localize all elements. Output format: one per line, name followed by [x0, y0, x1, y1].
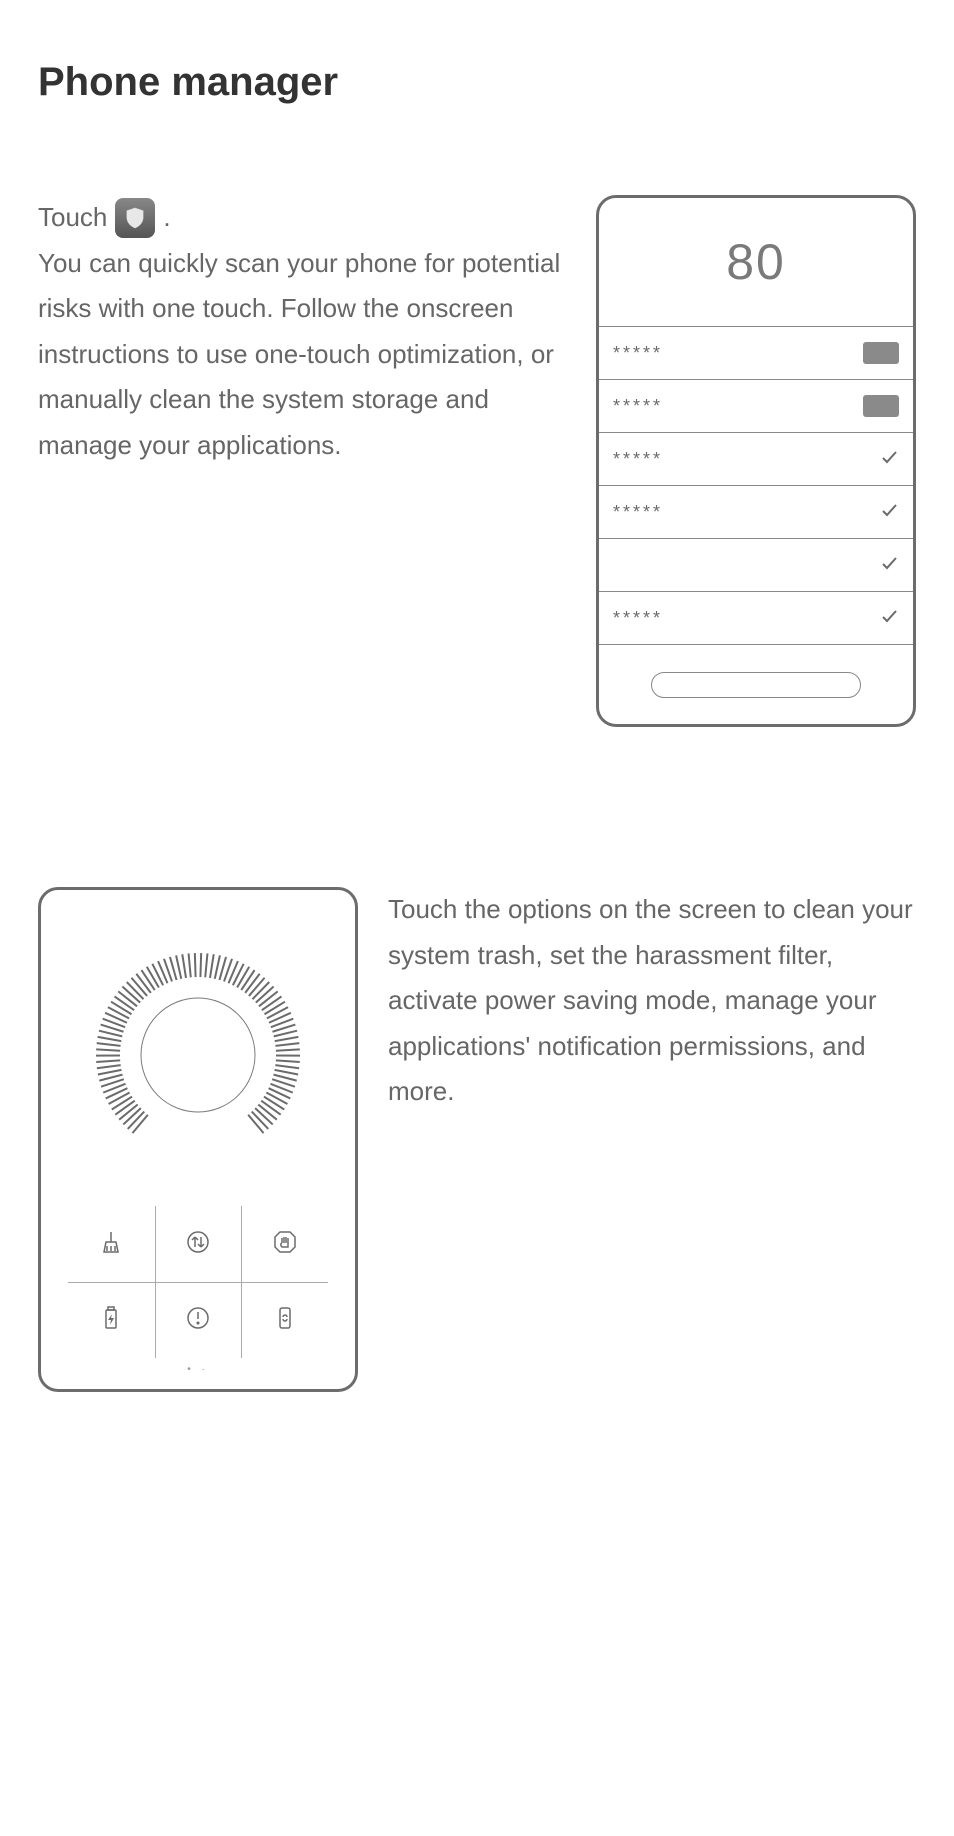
touch-period: . — [163, 195, 170, 241]
scan-score: 80 — [726, 233, 786, 291]
optimization-dial[interactable] — [41, 910, 355, 1200]
scan-row-label: ***** — [613, 608, 663, 629]
battery-bolt-icon — [98, 1305, 124, 1336]
app-link-option[interactable] — [241, 1282, 328, 1358]
phone-link-icon — [272, 1305, 298, 1336]
options-grid — [68, 1206, 328, 1358]
broom-icon — [98, 1229, 124, 1260]
checkmark-icon — [879, 447, 899, 472]
section-two-body: Touch the options on the screen to clean… — [388, 887, 916, 1115]
scan-score-area: 80 — [599, 198, 913, 326]
scan-row-label: ***** — [613, 502, 663, 523]
checkmark-icon — [879, 553, 899, 578]
phone-mock-options: • · — [38, 887, 358, 1392]
scan-result-row[interactable]: ***** — [599, 379, 913, 432]
row-action-box[interactable] — [863, 342, 899, 364]
harassment-filter-option[interactable] — [241, 1206, 328, 1282]
scan-row-label: ***** — [613, 343, 663, 364]
section-two-text: Touch the options on the screen to clean… — [388, 887, 916, 1392]
checkmark-icon — [879, 500, 899, 525]
notification-option[interactable] — [155, 1282, 242, 1358]
section-one-text: Touch . You can quickly scan your phone … — [38, 195, 566, 727]
page-title: Phone manager — [38, 60, 916, 105]
phone-mock-scan: 80 ***** ***** ***** ***** ***** — [596, 195, 916, 727]
scan-row-label: ***** — [613, 449, 663, 470]
scan-result-row[interactable]: ***** — [599, 591, 913, 644]
scan-result-row[interactable]: ***** — [599, 326, 913, 379]
scan-action-button[interactable] — [651, 672, 861, 698]
row-action-box[interactable] — [863, 395, 899, 417]
touch-word: Touch — [38, 195, 107, 241]
cleanup-option[interactable] — [68, 1206, 155, 1282]
section-one: Touch . You can quickly scan your phone … — [38, 195, 916, 727]
page-indicator: • · — [41, 1364, 355, 1375]
data-traffic-option[interactable] — [155, 1206, 242, 1282]
scan-result-row[interactable] — [599, 538, 913, 591]
section-one-body: You can quickly scan your phone for pote… — [38, 241, 566, 469]
scan-result-row[interactable]: ***** — [599, 432, 913, 485]
scan-footer — [599, 644, 913, 724]
scan-row-label: ***** — [613, 396, 663, 417]
scan-result-row[interactable]: ***** — [599, 485, 913, 538]
phone-manager-app-icon — [115, 198, 155, 238]
alert-circle-icon — [185, 1305, 211, 1336]
stop-hand-icon — [272, 1229, 298, 1260]
section-two: • · Touch the options on the screen to c… — [38, 887, 916, 1392]
data-arrows-icon — [185, 1229, 211, 1260]
checkmark-icon — [879, 606, 899, 631]
power-saving-option[interactable] — [68, 1282, 155, 1358]
